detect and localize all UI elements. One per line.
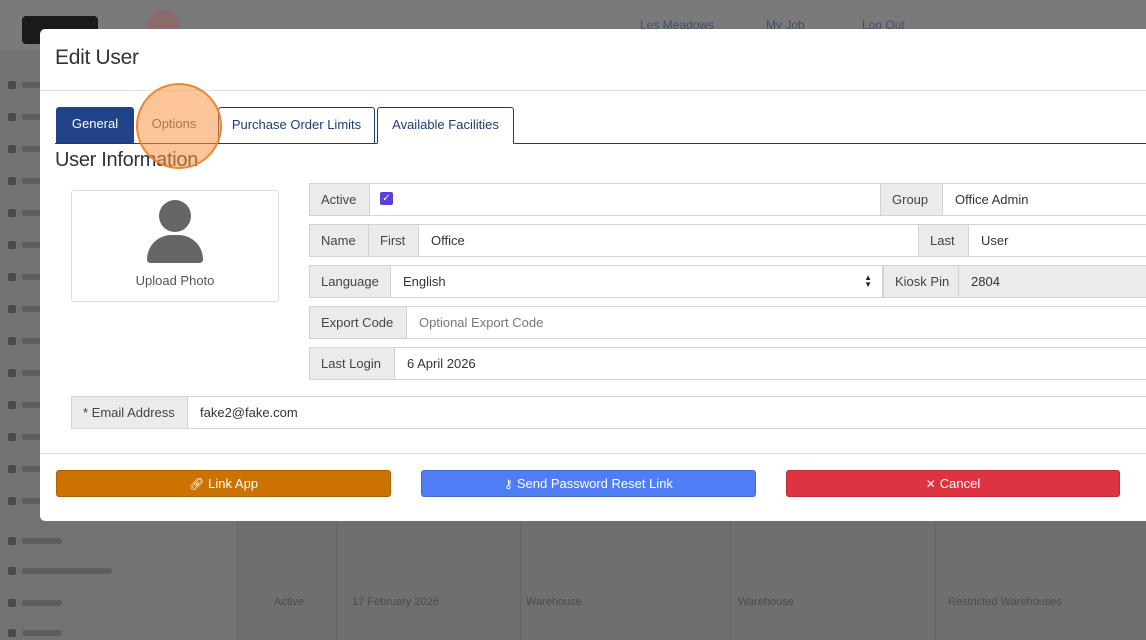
- background-table: [238, 520, 1146, 640]
- table-divider: [520, 520, 521, 640]
- export-code-row: Export Code Optional Export Code: [309, 306, 1146, 339]
- link-app-button[interactable]: 🔗︎ Link App: [56, 470, 391, 497]
- tab-purchase-order-limits[interactable]: Purchase Order Limits: [218, 107, 375, 143]
- first-name-input[interactable]: Office: [418, 224, 919, 257]
- table-divider: [935, 520, 936, 640]
- active-checkbox[interactable]: ✓: [380, 192, 393, 205]
- sidebar-item: [8, 598, 228, 612]
- edit-user-modal: Edit User General Options Purchase Order…: [40, 29, 1146, 521]
- section-title: User Information: [55, 149, 199, 171]
- user-silhouette-icon: [159, 200, 191, 232]
- table-cell: Active: [274, 596, 304, 608]
- last-login-field: 6 April 2026: [394, 347, 1146, 380]
- language-value: English: [403, 274, 446, 289]
- export-code-input[interactable]: Optional Export Code: [406, 306, 1146, 339]
- sidebar-item: [8, 628, 228, 640]
- table-divider: [336, 520, 337, 640]
- key-icon: ⚷: [504, 477, 513, 491]
- table-cell: Restricted Warehouses: [948, 596, 1062, 608]
- table-cell: Warehouse: [738, 596, 794, 608]
- send-reset-label: Send Password Reset Link: [516, 476, 673, 491]
- active-label: Active: [309, 183, 370, 216]
- tab-bar: General Options Purchase Order Limits Av…: [55, 107, 1146, 144]
- tab-options[interactable]: Options: [140, 107, 208, 143]
- cancel-label: Cancel: [939, 476, 981, 491]
- cancel-button[interactable]: ✕ Cancel: [786, 470, 1120, 497]
- table-cell: Warehouse: [526, 596, 582, 608]
- email-label: * Email Address: [71, 396, 188, 429]
- language-select[interactable]: English ▲ ▼: [390, 265, 883, 298]
- group-label: Group: [880, 183, 943, 216]
- group-select[interactable]: Office Admin: [942, 183, 1146, 216]
- table-divider: [730, 520, 731, 640]
- kiosk-pin-label: Kiosk Pin: [883, 265, 959, 298]
- modal-title: Edit User: [55, 46, 139, 69]
- modal-footer-divider: [40, 453, 1146, 454]
- upload-photo-label: Upload Photo: [135, 273, 215, 288]
- modal-header: Edit User: [40, 29, 1146, 91]
- table-cell: 17 February 2026: [352, 596, 439, 608]
- close-icon: ✕: [925, 477, 936, 491]
- language-label: Language: [309, 265, 391, 298]
- tab-general[interactable]: General: [56, 107, 134, 143]
- tab-available-facilities[interactable]: Available Facilities: [377, 107, 514, 144]
- last-login-label: Last Login: [309, 347, 395, 380]
- link-app-label: Link App: [208, 476, 259, 491]
- language-kiosk-row: Language English ▲ ▼ Kiosk Pin 2804: [309, 265, 1146, 298]
- last-name-label: Last: [918, 224, 969, 257]
- sidebar-item: [8, 566, 228, 580]
- name-label: Name: [309, 224, 369, 257]
- sidebar-item: [8, 536, 228, 550]
- upload-photo-button[interactable]: Upload Photo: [71, 190, 279, 302]
- email-input[interactable]: fake2@fake.com: [187, 396, 1146, 429]
- user-silhouette-body: [147, 235, 203, 263]
- sort-arrows-icon: ▲ ▼: [864, 273, 872, 289]
- email-row: * Email Address fake2@fake.com: [71, 396, 1146, 429]
- first-name-label: First: [368, 224, 419, 257]
- active-group-row: Active ✓ Group Office Admin: [309, 183, 1146, 216]
- export-code-label: Export Code: [309, 306, 407, 339]
- last-login-row: Last Login 6 April 2026: [309, 347, 1146, 380]
- send-password-reset-button[interactable]: ⚷ Send Password Reset Link: [421, 470, 756, 497]
- name-row: Name First Office Last User: [309, 224, 1146, 257]
- link-icon: 🔗︎: [188, 477, 205, 491]
- kiosk-pin-field: 2804: [958, 265, 1146, 298]
- active-field: ✓: [369, 183, 881, 216]
- last-name-input[interactable]: User: [968, 224, 1146, 257]
